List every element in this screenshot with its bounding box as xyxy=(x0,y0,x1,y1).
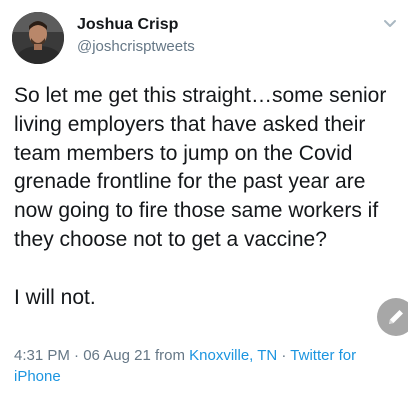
tweet-metadata: 4:31 PM · 06 Aug 21 from Knoxville, TN ·… xyxy=(14,345,384,387)
compose-button[interactable] xyxy=(377,298,408,336)
chevron-down-icon[interactable] xyxy=(383,19,397,29)
username-handle[interactable]: @joshcrisptweets xyxy=(77,38,195,55)
avatar[interactable] xyxy=(12,12,64,64)
avatar-photo xyxy=(12,12,64,64)
tweet-date[interactable]: 06 Aug 21 xyxy=(83,347,151,364)
meta-separator: · xyxy=(69,347,84,364)
meta-separator-2: · xyxy=(277,347,291,364)
tweet-time[interactable]: 4:31 PM xyxy=(14,347,70,364)
pencil-icon xyxy=(389,310,403,324)
tweet-text: So let me get this straight…some senior … xyxy=(14,84,387,309)
display-name[interactable]: Joshua Crisp xyxy=(77,16,178,34)
location-link[interactable]: Knoxville, TN xyxy=(189,347,277,364)
from-label: from xyxy=(150,347,190,364)
